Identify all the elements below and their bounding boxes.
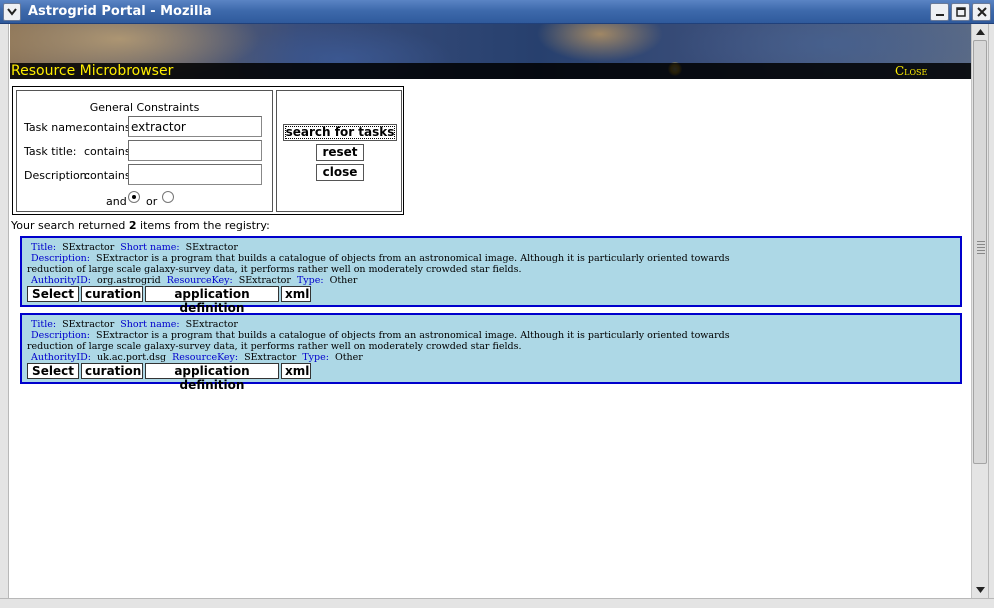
window-title: Astrogrid Portal - Mozilla xyxy=(28,4,212,19)
result-type: Other xyxy=(329,275,358,286)
description-input[interactable] xyxy=(128,164,262,185)
and-radio[interactable] xyxy=(128,191,140,203)
result-type: Other xyxy=(334,352,363,363)
task-name-input[interactable] xyxy=(128,116,262,137)
result-short-name: SExtractor xyxy=(185,242,238,253)
scrollbar-thumb[interactable] xyxy=(973,40,987,464)
task-name-label: Task name: xyxy=(24,121,87,134)
title-label: Title: xyxy=(31,242,57,253)
result-title-line: Title: SExtractor Short name: SExtractor xyxy=(31,242,244,253)
authority-id-label: AuthorityID: xyxy=(31,352,91,363)
resource-key-label: ResourceKey: xyxy=(172,352,239,363)
page-title: Resource Microbrowser xyxy=(11,63,174,79)
select-button[interactable]: Select xyxy=(27,363,79,379)
banner-image: Resource Microbrowser Close xyxy=(10,24,971,79)
window-frame-left xyxy=(0,24,9,608)
description-operator: contains xyxy=(84,169,131,182)
result-meta-line: AuthorityID: org.astrogrid ResourceKey: SEx… xyxy=(31,275,363,286)
general-constraints-panel: General Constraints Task name: contains … xyxy=(16,90,273,212)
window-frame-right xyxy=(988,24,994,608)
resource-key-label: ResourceKey: xyxy=(166,275,233,286)
chevron-down-icon[interactable] xyxy=(3,3,21,21)
result-title: SExtractor xyxy=(62,319,115,330)
or-radio[interactable] xyxy=(162,191,174,203)
result-description-line-2: reduction of large scale galaxy-survey d… xyxy=(27,341,522,352)
search-form: General Constraints Task name: contains … xyxy=(12,86,404,215)
short-name-label: Short name: xyxy=(120,319,180,330)
result-summary-prefix: Your search returned xyxy=(11,219,129,232)
task-name-operator: contains xyxy=(84,121,131,134)
application-definition-button[interactable]: application definition xyxy=(145,286,279,315)
close-icon[interactable] xyxy=(972,3,991,21)
result-summary: Your search returned 2 items from the re… xyxy=(11,219,270,232)
task-title-label: Task title: xyxy=(24,145,77,158)
window-frame-bottom xyxy=(0,598,994,608)
authority-id-label: AuthorityID: xyxy=(31,275,91,286)
description-label: Description: xyxy=(24,169,91,182)
curation-button[interactable]: curation xyxy=(81,363,143,379)
result-description: SExtractor is a program that builds a ca… xyxy=(96,253,730,264)
application-definition-button[interactable]: application definition xyxy=(145,363,279,392)
result-card: Title: SExtractor Short name: SExtractor De… xyxy=(20,236,962,315)
window-titlebar[interactable]: Astrogrid Portal - Mozilla xyxy=(0,0,994,24)
task-title-operator: contains xyxy=(84,145,131,158)
banner-close-link[interactable]: Close xyxy=(895,64,927,79)
scrollbar-grip xyxy=(977,241,985,255)
task-title-input[interactable] xyxy=(128,140,262,161)
result-resource-key: SExtractor xyxy=(244,352,297,363)
title-label: Title: xyxy=(31,319,57,330)
vertical-scrollbar[interactable] xyxy=(971,24,988,598)
result-title-line: Title: SExtractor Short name: SExtractor xyxy=(31,319,244,330)
page-viewport: Resource Microbrowser Close General Cons… xyxy=(10,24,971,598)
general-constraints-title: General Constraints xyxy=(89,101,200,114)
result-description-line: Description: SExtractor is a program that… xyxy=(31,253,730,264)
result-resource-key: SExtractor xyxy=(238,275,291,286)
result-description-line: Description: SExtractor is a program that… xyxy=(31,330,730,341)
select-button[interactable]: Select xyxy=(27,286,79,302)
result-authority-id: org.astrogrid xyxy=(96,275,161,286)
scroll-up-arrow-icon[interactable] xyxy=(972,24,988,40)
type-label: Type: xyxy=(296,275,324,286)
result-summary-suffix: items from the registry: xyxy=(136,219,270,232)
result-title: SExtractor xyxy=(62,242,115,253)
result-description: SExtractor is a program that builds a ca… xyxy=(96,330,730,341)
scroll-down-arrow-icon[interactable] xyxy=(972,582,988,598)
result-count: 2 xyxy=(128,219,137,232)
result-card: Title: SExtractor Short name: SExtractor De… xyxy=(20,313,962,392)
search-for-tasks-button[interactable]: search for tasks xyxy=(283,124,397,141)
reset-button[interactable]: reset xyxy=(316,144,364,161)
description-field-label: Description: xyxy=(31,253,90,264)
close-button[interactable]: close xyxy=(316,164,364,181)
short-name-label: Short name: xyxy=(120,242,180,253)
result-meta-line: AuthorityID: uk.ac.port.dsg ResourceKey: SE… xyxy=(31,352,369,363)
xml-button[interactable]: xml xyxy=(281,363,311,379)
result-description-line-2: reduction of large scale galaxy-survey d… xyxy=(27,264,522,275)
minimize-icon[interactable] xyxy=(930,3,949,21)
search-actions-panel: search for tasks reset close xyxy=(276,90,402,212)
maximize-icon[interactable] xyxy=(951,3,970,21)
curation-button[interactable]: curation xyxy=(81,286,143,302)
type-label: Type: xyxy=(302,352,329,363)
result-authority-id: uk.ac.port.dsg xyxy=(96,352,167,363)
or-label: or xyxy=(146,195,158,208)
and-label: and xyxy=(106,195,127,208)
result-short-name: SExtractor xyxy=(185,319,238,330)
description-field-label: Description: xyxy=(31,330,90,341)
xml-button[interactable]: xml xyxy=(281,286,311,302)
